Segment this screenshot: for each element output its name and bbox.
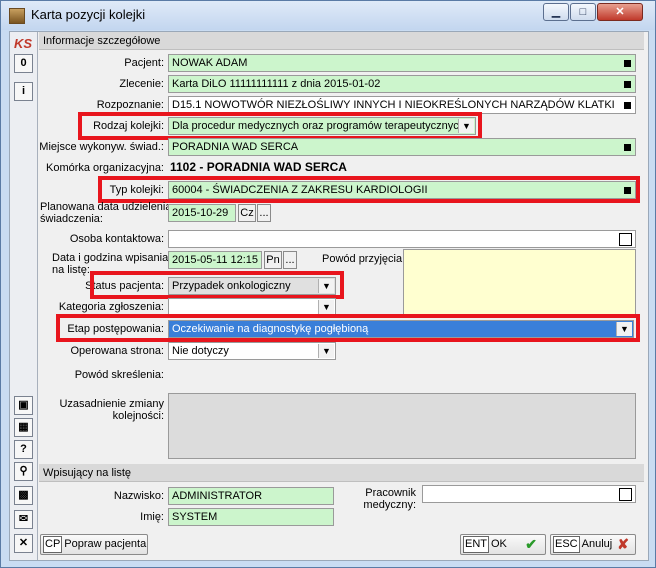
uzasadnienie-label-line1: Uzasadnienie zmiany xyxy=(59,398,164,410)
pracownik-label-line2: medyczny: xyxy=(363,499,416,511)
anuluj-label: Anuluj xyxy=(581,538,613,550)
mail-icon[interactable]: ✉ xyxy=(14,510,33,529)
planowana-day: Cz xyxy=(238,204,256,222)
osoba-field[interactable] xyxy=(168,230,636,248)
popraw-label: Popraw pacjenta xyxy=(64,538,147,550)
left-toolbar: KS 0 i ▣ ▦ ? ⚲ ▩ ✉ ✕ xyxy=(10,32,38,560)
data-wpis-label-line1: Data i godzina wpisania xyxy=(52,252,169,264)
miejsce-label: Miejsce wykonyw. świad.: xyxy=(39,141,164,153)
checkmark-icon: ✔ xyxy=(525,536,537,552)
data-wpis-field[interactable]: 2015-05-11 12:15 xyxy=(168,251,262,269)
typ-highlight xyxy=(98,176,640,203)
popraw-shortcut: CP xyxy=(43,536,63,553)
pacjent-select-icon[interactable] xyxy=(620,56,634,70)
maximize-button[interactable]: □ xyxy=(570,3,596,21)
pracownik-field[interactable] xyxy=(422,485,636,503)
section-wpisujacy-header: Wpisujący na listę xyxy=(39,464,644,482)
search-icon[interactable]: ⚲ xyxy=(14,462,33,481)
osoba-select-icon[interactable] xyxy=(619,233,632,246)
rozpoznanie-select-icon[interactable] xyxy=(620,98,634,112)
kategoria-label: Kategoria zgłoszenia: xyxy=(58,301,164,313)
planowana-date-field[interactable]: 2015-10-29 xyxy=(168,204,236,222)
strona-value: Nie dotyczy xyxy=(172,345,229,357)
pacjent-value: NOWAK ADAM xyxy=(172,57,248,69)
data-wpis-day: Pn xyxy=(264,251,282,269)
miejsce-value: PORADNIA WAD SERCA xyxy=(172,141,299,153)
pacjent-field[interactable]: NOWAK ADAM xyxy=(168,54,636,72)
miejsce-field[interactable]: PORADNIA WAD SERCA xyxy=(168,138,636,156)
form-area: KS 0 i ▣ ▦ ? ⚲ ▩ ✉ ✕ Informacje szczegół… xyxy=(9,31,649,561)
section-details-header: Informacje szczegółowe xyxy=(39,32,644,50)
strona-dropdown[interactable]: Nie dotyczy ▼ xyxy=(168,342,336,360)
strona-label: Operowana strona: xyxy=(70,345,164,357)
monitor-icon[interactable]: ▣ xyxy=(14,396,33,415)
osoba-label: Osoba kontaktowa: xyxy=(69,233,164,245)
powod-skreslenia-label: Powód skreślenia: xyxy=(74,369,164,381)
help-button[interactable]: ? xyxy=(14,440,33,459)
komorka-label: Komórka organizacyjna: xyxy=(45,162,164,174)
cancel-x-icon: ✘ xyxy=(617,536,629,552)
data-wpis-label-line2: na listę: xyxy=(52,264,90,276)
status-highlight xyxy=(90,271,344,299)
anuluj-button[interactable]: ESC Anuluj ✘ xyxy=(550,534,636,555)
title-bar: Karta pozycji kolejki ▁ □ ✕ xyxy=(1,1,655,30)
calculator-icon[interactable]: ▦ xyxy=(14,418,33,437)
nazwisko-field[interactable]: ADMINISTRATOR xyxy=(168,487,334,505)
ks-logo: KS xyxy=(14,36,33,51)
powod-przyjecia-field[interactable] xyxy=(403,249,636,315)
planowana-label-line2: świadczenia: xyxy=(40,213,103,225)
planowana-picker-button[interactable]: ... xyxy=(257,204,271,222)
ok-shortcut: ENT xyxy=(463,536,489,553)
pracownik-select-icon[interactable] xyxy=(619,488,632,501)
pacjent-label: Pacjent: xyxy=(124,57,164,69)
planowana-label-line1: Planowana data udzielenia xyxy=(40,201,172,213)
rodzaj-highlight xyxy=(78,112,482,140)
minimize-button[interactable]: ▁ xyxy=(543,3,569,21)
chevron-down-icon[interactable]: ▼ xyxy=(318,344,334,358)
data-wpis-picker-button[interactable]: ... xyxy=(283,251,297,269)
miejsce-select-icon[interactable] xyxy=(620,140,634,154)
etap-highlight xyxy=(56,314,640,342)
chevron-down-icon[interactable]: ▼ xyxy=(318,300,334,314)
nazwisko-label: Nazwisko: xyxy=(113,490,164,502)
zlecenie-field[interactable]: Karta DiLO 11111111111 z dnia 2015-01-02 xyxy=(168,75,636,93)
uzasadnienie-label-line2: kolejności: xyxy=(112,410,164,422)
main-window: Karta pozycji kolejki ▁ □ ✕ KS 0 i ▣ ▦ ?… xyxy=(0,0,656,568)
close-form-icon[interactable]: ✕ xyxy=(14,534,33,553)
uzasadnienie-field[interactable] xyxy=(168,393,636,459)
imie-field[interactable]: SYSTEM xyxy=(168,508,334,526)
window-title: Karta pozycji kolejki xyxy=(31,7,146,22)
pracownik-label-line1: Pracownik xyxy=(365,487,416,499)
close-button[interactable]: ✕ xyxy=(597,3,643,21)
rozpoznanie-label: Rozpoznanie: xyxy=(96,99,164,111)
app-icon xyxy=(9,8,25,24)
ok-button[interactable]: ENT OK ✔ xyxy=(460,534,546,555)
popraw-pacjenta-button[interactable]: CP Popraw pacjenta xyxy=(40,534,148,555)
info-button[interactable]: i xyxy=(14,82,33,101)
zlecenie-label: Zlecenie: xyxy=(119,78,164,90)
picture-icon[interactable]: ▩ xyxy=(14,486,33,505)
imie-label: Imię: xyxy=(140,511,164,523)
powod-przyjecia-label: Powód przyjęcia: xyxy=(322,253,406,265)
zero-button[interactable]: 0 xyxy=(14,54,33,73)
rozpoznanie-value: D15.1 NOWOTWÓR NIEZŁOŚLIWY INNYCH I NIEO… xyxy=(172,99,615,111)
ok-label: OK xyxy=(491,538,507,550)
zlecenie-select-icon[interactable] xyxy=(620,77,634,91)
anuluj-shortcut: ESC xyxy=(553,536,580,553)
zlecenie-value: Karta DiLO 11111111111 z dnia 2015-01-02 xyxy=(172,78,381,90)
komorka-value: 1102 - PORADNIA WAD SERCA xyxy=(170,160,347,174)
